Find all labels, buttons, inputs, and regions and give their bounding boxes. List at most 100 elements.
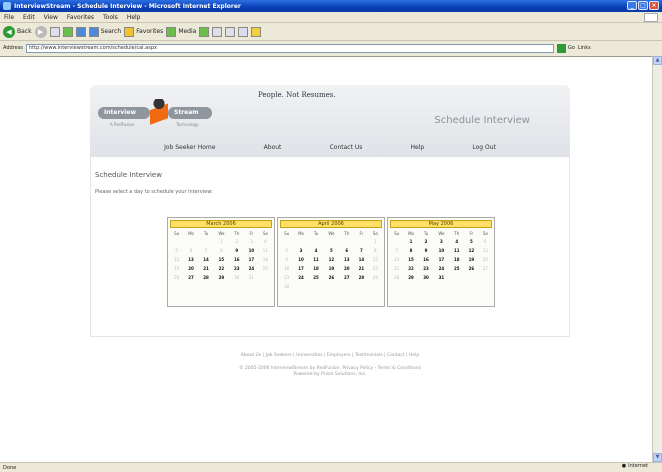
folder-button[interactable]	[251, 26, 262, 37]
calendar-day[interactable]: 8	[403, 246, 418, 255]
calendar-day[interactable]: 11	[450, 246, 465, 255]
scroll-down-icon[interactable]: ▼	[653, 453, 662, 462]
calendar-day[interactable]: 25	[309, 273, 324, 282]
calendar-day[interactable]: 15	[403, 255, 418, 264]
menu-tools[interactable]: Tools	[103, 14, 118, 21]
calendar-day[interactable]: 13	[183, 255, 198, 264]
calendar-day[interactable]: 19	[464, 255, 479, 264]
calendar-day[interactable]: 22	[213, 264, 229, 273]
calendar-day[interactable]: 4	[450, 237, 465, 246]
calendar-day[interactable]: 13	[340, 255, 355, 264]
calendar-day[interactable]: 23	[230, 264, 245, 273]
calendar-day[interactable]: 27	[340, 273, 355, 282]
calendar-day[interactable]: 18	[450, 255, 465, 264]
calendar-day[interactable]: 12	[323, 255, 339, 264]
back-arrow-icon: ◀	[3, 25, 15, 38]
calendar-day[interactable]: 28	[199, 273, 214, 282]
weekday-label: Tu	[203, 230, 209, 236]
vertical-scrollbar[interactable]: ▲ ▼	[652, 56, 662, 462]
calendar-day[interactable]: 11	[309, 255, 324, 264]
calendar-day[interactable]: 20	[340, 264, 355, 273]
links-button[interactable]: Links	[578, 45, 591, 51]
calendar-day[interactable]: 26	[323, 273, 339, 282]
menu-view[interactable]: View	[44, 14, 58, 21]
home-button[interactable]	[75, 26, 86, 37]
calendar-day[interactable]: 2	[419, 237, 434, 246]
back-button[interactable]: ◀ Back	[3, 25, 32, 38]
weekday-label: Su	[284, 230, 290, 236]
calendar-day[interactable]: 24	[433, 264, 449, 273]
nav-contact-us[interactable]: Contact Us	[330, 144, 363, 151]
nav-about[interactable]: About	[264, 144, 282, 151]
calendar-day[interactable]: 1	[403, 237, 418, 246]
calendar-day[interactable]: 5	[323, 246, 339, 255]
favorites-button[interactable]: Favorites	[124, 26, 163, 37]
print-button[interactable]	[225, 26, 236, 37]
nav-help[interactable]: Help	[411, 144, 425, 151]
calendar-day[interactable]: 19	[323, 264, 339, 273]
calendar-day[interactable]: 10	[293, 255, 308, 264]
calendar-day[interactable]: 14	[354, 255, 369, 264]
edit-button[interactable]	[238, 26, 249, 37]
maximize-button[interactable]: □	[638, 1, 648, 10]
calendar-day[interactable]: 17	[293, 264, 308, 273]
media-button[interactable]: Media	[166, 26, 196, 37]
nav-log-out[interactable]: Log Out	[472, 144, 496, 151]
calendar-day[interactable]: 26	[464, 264, 479, 273]
calendar-day[interactable]: 15	[213, 255, 229, 264]
calendar-day[interactable]: 14	[199, 255, 214, 264]
calendar-day[interactable]: 10	[433, 246, 449, 255]
calendar-day[interactable]: 7	[354, 246, 369, 255]
calendar-day[interactable]: 17	[433, 255, 449, 264]
calendar-day[interactable]: 23	[419, 264, 434, 273]
calendar-day[interactable]: 21	[199, 264, 214, 273]
calendar-day[interactable]: 5	[464, 237, 479, 246]
calendar-day[interactable]: 31	[433, 273, 449, 282]
go-button[interactable]: Go	[556, 43, 575, 53]
site-logo[interactable]: Interview Stream A RedFusion Technology	[98, 95, 218, 135]
nav-job-seeker-home[interactable]: Job Seeker Home	[164, 144, 215, 151]
footer-links[interactable]: About Us | Job Seekers | Universities | …	[90, 353, 570, 358]
forward-button[interactable]: ▶	[34, 25, 47, 38]
minimize-button[interactable]: _	[627, 1, 637, 10]
calendar-day[interactable]: 22	[403, 264, 418, 273]
calendar-day[interactable]: 30	[419, 273, 434, 282]
calendar-day[interactable]: 24	[293, 273, 308, 282]
logo-left-text: Interview	[98, 107, 150, 119]
menu-file[interactable]: File	[4, 14, 14, 21]
calendar-empty-cell	[293, 237, 308, 246]
calendar-day[interactable]: 4	[309, 246, 324, 255]
calendar-day[interactable]: 10	[244, 246, 259, 255]
calendar-day[interactable]: 24	[244, 264, 259, 273]
menu-help[interactable]: Help	[127, 14, 141, 21]
calendar-day[interactable]: 25	[450, 264, 465, 273]
calendar-day[interactable]: 20	[183, 264, 198, 273]
calendar-day[interactable]: 9	[419, 246, 434, 255]
address-input[interactable]: http://www.interviewstream.com/schedule/…	[25, 43, 554, 53]
history-button[interactable]	[199, 26, 210, 37]
calendar-day[interactable]: 9	[230, 246, 245, 255]
calendar-day[interactable]: 17	[244, 255, 259, 264]
calendar-day: 29	[372, 275, 378, 280]
calendar-day[interactable]: 12	[464, 246, 479, 255]
calendar-day[interactable]: 16	[230, 255, 245, 264]
calendar-day[interactable]: 16	[419, 255, 434, 264]
scroll-up-icon[interactable]: ▲	[653, 56, 662, 65]
calendar-day[interactable]: 29	[213, 273, 229, 282]
calendar-day[interactable]: 27	[183, 273, 198, 282]
mail-button[interactable]	[212, 26, 223, 37]
calendar-day[interactable]: 3	[293, 246, 308, 255]
menu-edit[interactable]: Edit	[23, 14, 35, 21]
calendar-day[interactable]: 28	[354, 273, 369, 282]
calendar-day[interactable]: 21	[354, 264, 369, 273]
close-button[interactable]: ×	[649, 1, 659, 10]
stop-button[interactable]	[49, 26, 60, 37]
refresh-button[interactable]	[62, 26, 73, 37]
go-label: Go	[567, 45, 575, 51]
calendar-day[interactable]: 3	[433, 237, 449, 246]
calendar-day[interactable]: 6	[340, 246, 355, 255]
menu-favorites[interactable]: Favorites	[67, 14, 94, 21]
search-button[interactable]: Search	[88, 26, 121, 37]
calendar-day[interactable]: 18	[309, 264, 324, 273]
calendar-day[interactable]: 29	[403, 273, 418, 282]
